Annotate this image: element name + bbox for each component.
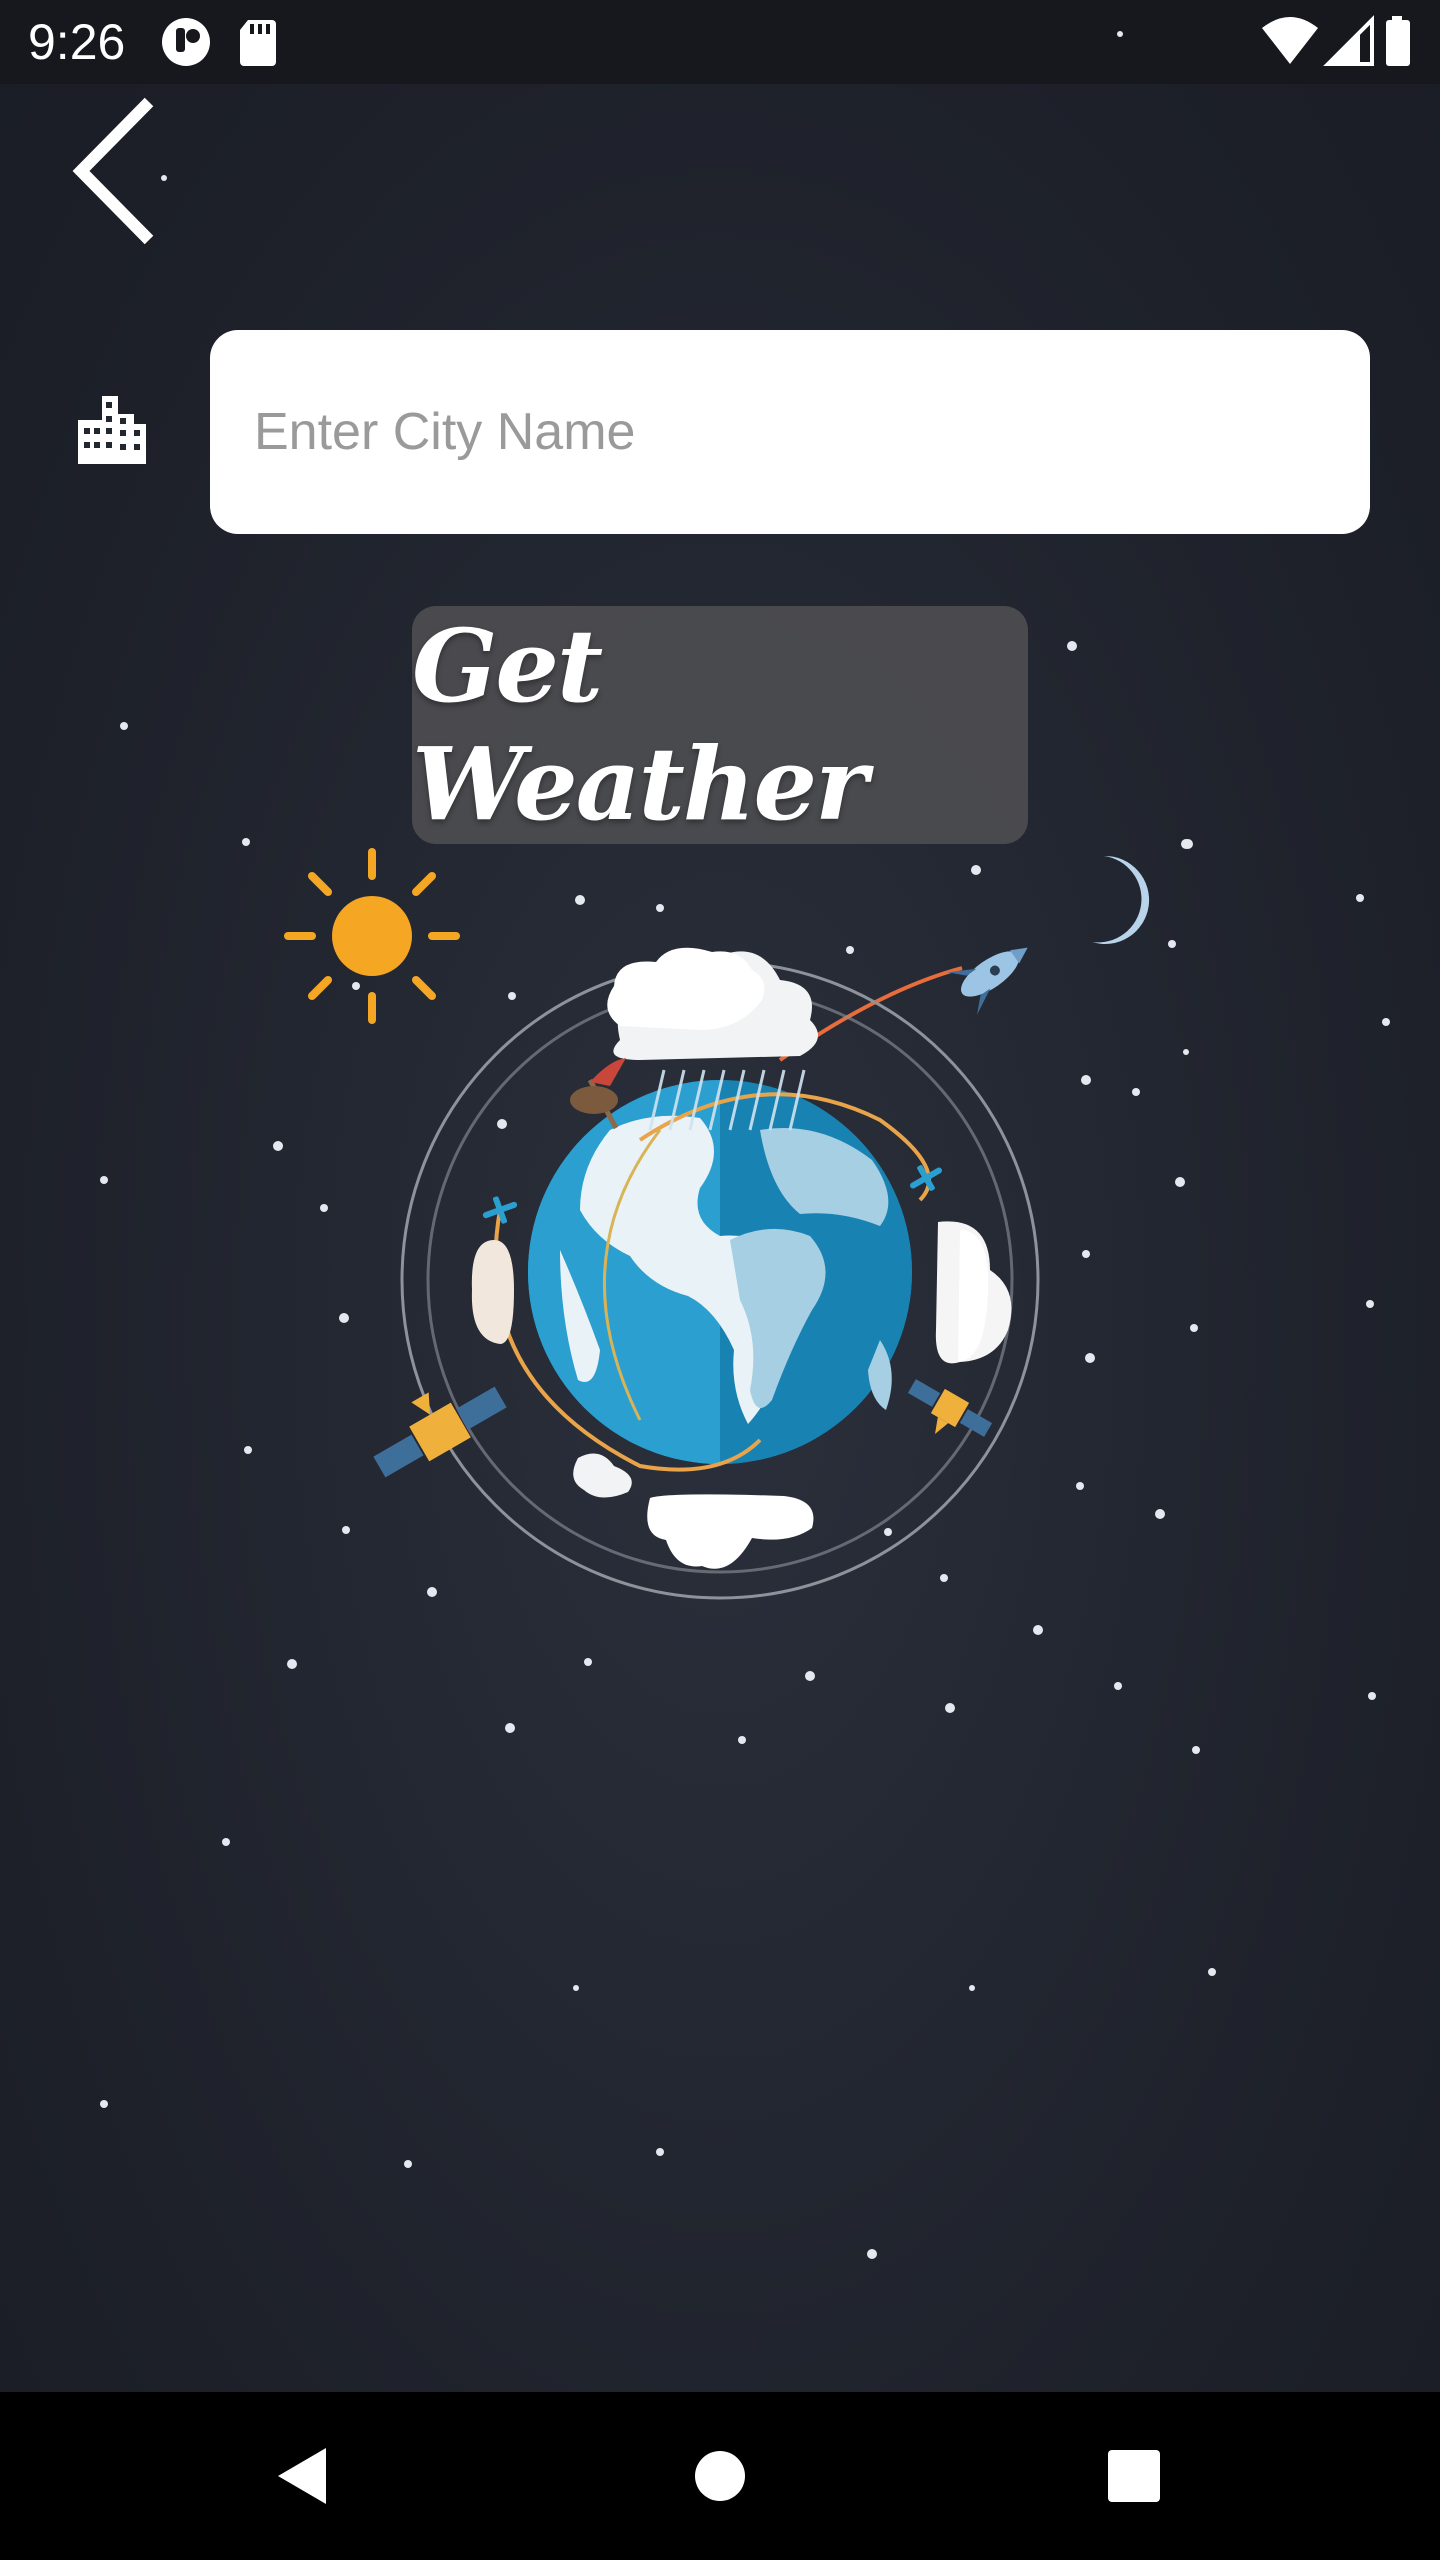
wifi-icon	[1262, 17, 1318, 64]
nav-recents-button[interactable]	[1092, 2434, 1176, 2518]
orbit-rings	[400, 960, 1040, 1600]
cloud-bottom	[573, 1453, 814, 1569]
navigation-bar	[0, 2392, 1440, 2560]
status-right-icons	[1262, 15, 1410, 66]
get-weather-label: Get Weather	[412, 607, 868, 843]
back-button[interactable]	[56, 96, 166, 246]
status-bar: 9:26	[0, 0, 1440, 84]
nav-home-button[interactable]	[678, 2434, 762, 2518]
satellite-right	[907, 1379, 993, 1437]
pocket-icon	[162, 18, 210, 66]
nav-back-button[interactable]	[260, 2434, 344, 2518]
nav-recents-icon	[1108, 2450, 1160, 2502]
orbit-paths	[493, 1092, 931, 1472]
chevron-left-icon	[72, 97, 154, 245]
moon-icon	[1092, 855, 1150, 944]
cloud-top	[607, 947, 765, 1030]
battery-icon	[1386, 16, 1410, 66]
sd-card-icon	[240, 20, 276, 66]
rain-cloud	[613, 951, 818, 1131]
city-name-input[interactable]	[252, 401, 1328, 463]
earth-globe	[528, 1080, 912, 1464]
status-left-icons	[162, 18, 276, 66]
nav-home-icon	[695, 2451, 745, 2501]
signal-icon	[1323, 15, 1374, 66]
status-time: 9:26	[28, 14, 126, 70]
city-input-container[interactable]	[210, 330, 1370, 534]
cloud-left	[471, 1240, 514, 1344]
weather-screen: 9:26 Enter City Name Get Weather	[0, 0, 1440, 2560]
get-weather-button[interactable]: Get Weather	[412, 606, 1028, 844]
cloud-right	[935, 1221, 1012, 1364]
sun-icon	[284, 848, 460, 1024]
nav-back-icon	[278, 2448, 326, 2504]
flag-icon	[570, 1058, 626, 1130]
rocket-icon	[778, 947, 1028, 1062]
satellite-left	[373, 1386, 507, 1478]
airplane-left	[482, 1196, 518, 1224]
airplane-right	[910, 1165, 942, 1191]
city-buildings-icon	[78, 396, 146, 464]
